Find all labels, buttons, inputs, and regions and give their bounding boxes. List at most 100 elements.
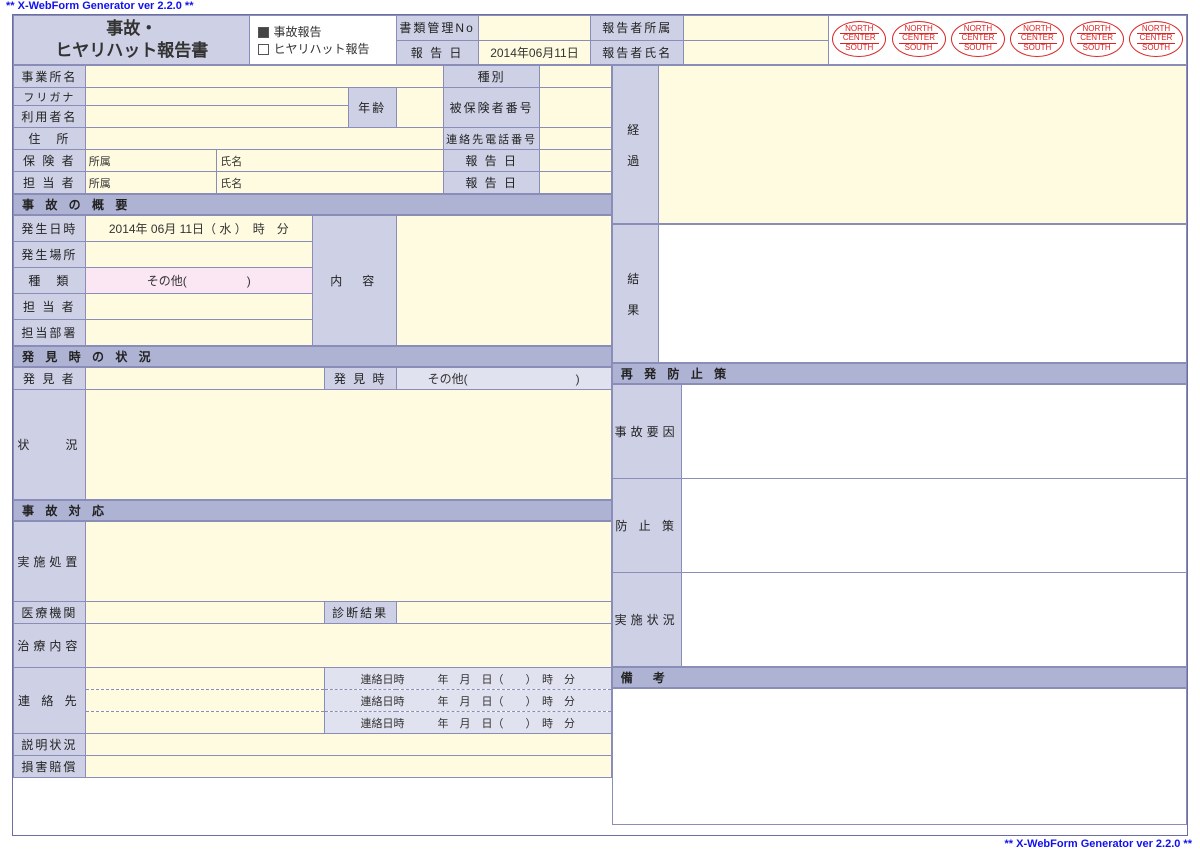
finder-field[interactable] bbox=[85, 368, 324, 390]
user-field[interactable] bbox=[85, 106, 348, 128]
compensation-label: 損害賠償 bbox=[14, 756, 86, 778]
occdt-field[interactable]: 2014年 06月 11日（ 水 ） 時 分 bbox=[85, 216, 312, 242]
remarks-field[interactable] bbox=[612, 689, 1186, 825]
report-type-options: 事故報告 ヒヤリハット報告 bbox=[250, 16, 396, 65]
compensation-field[interactable] bbox=[85, 756, 611, 778]
insurer-aff[interactable]: 所属 bbox=[85, 150, 217, 172]
discovery-table: 発 見 者 発 見 時その他( ) 状 況 bbox=[13, 367, 612, 500]
watermark-bottom: ** X-WebForm Generator ver 2.2.0 ** bbox=[1005, 838, 1192, 850]
medical-label: 医療機関 bbox=[14, 602, 86, 624]
person-field[interactable] bbox=[85, 294, 312, 320]
explain-field[interactable] bbox=[85, 734, 611, 756]
reporter-aff-label: 報告者所属 bbox=[591, 16, 684, 41]
reporter-name-label: 報告者氏名 bbox=[591, 40, 684, 65]
checkbox-nearmiss[interactable] bbox=[258, 44, 269, 55]
progress-field[interactable] bbox=[658, 66, 1186, 224]
situation-label: 状 況 bbox=[14, 390, 86, 500]
furigana-field[interactable] bbox=[85, 88, 348, 106]
kind-label: 種別 bbox=[444, 66, 540, 88]
progress-table: 経過 bbox=[612, 65, 1187, 224]
basic-info-table: 事業所名種別 フリガナ 年齢 被保険者番号 利用者名 住 所連絡先電話番号 保 … bbox=[13, 65, 612, 194]
user-label: 利用者名 bbox=[14, 106, 86, 128]
cause-label: 事故要因 bbox=[612, 385, 681, 479]
contact3-date[interactable]: 連絡日時 年 月 日（ ） 時 分 bbox=[324, 712, 611, 734]
treatment-label: 治療内容 bbox=[14, 624, 86, 668]
impl-field[interactable] bbox=[681, 573, 1186, 667]
contact2-date[interactable]: 連絡日時 年 月 日（ ） 時 分 bbox=[324, 690, 611, 712]
staff-aff[interactable]: 所属 bbox=[85, 172, 217, 194]
watermark-top: ** X-WebForm Generator ver 2.2.0 ** bbox=[6, 0, 193, 12]
contact1-field[interactable] bbox=[85, 668, 324, 690]
docno-label: 書類管理No bbox=[396, 16, 478, 41]
reporter-aff-field[interactable] bbox=[684, 16, 829, 41]
occpl-field[interactable] bbox=[85, 242, 312, 268]
stamps-area: NORTHCENTERSOUTH NORTHCENTERSOUTH NORTHC… bbox=[829, 16, 1187, 65]
insureno-label: 被保険者番号 bbox=[444, 88, 540, 128]
remarks-table bbox=[612, 688, 1187, 825]
content-field[interactable] bbox=[396, 216, 611, 346]
section-prevention: 再 発 防 止 策 bbox=[612, 364, 1186, 384]
stamp-5-icon: NORTHCENTERSOUTH bbox=[1070, 21, 1124, 57]
section-discovery: 発 見 時 の 状 況 bbox=[14, 347, 612, 367]
result-table: 結果 bbox=[612, 224, 1187, 363]
explain-label: 説明状況 bbox=[14, 734, 86, 756]
action-label: 実施処置 bbox=[14, 522, 86, 602]
treatment-field[interactable] bbox=[85, 624, 611, 668]
result-field[interactable] bbox=[658, 225, 1186, 363]
findtime-field[interactable]: その他( ) bbox=[396, 368, 611, 390]
staff-repdate-label: 報 告 日 bbox=[444, 172, 540, 194]
staff-repdate-field[interactable] bbox=[539, 172, 611, 194]
form-page: 事故・ヒヤリハット報告書 事故報告 ヒヤリハット報告 書類管理No 報告者所属 … bbox=[12, 14, 1188, 836]
insureno-field[interactable] bbox=[539, 88, 611, 128]
stamp-2-icon: NORTHCENTERSOUTH bbox=[892, 21, 946, 57]
reporter-name-field[interactable] bbox=[684, 40, 829, 65]
diagnosis-field[interactable] bbox=[396, 602, 611, 624]
age-field[interactable] bbox=[396, 88, 444, 128]
overview-table: 発生日時2014年 06月 11日（ 水 ） 時 分 内 容 発生場所 種 類そ… bbox=[13, 215, 612, 346]
tel-field[interactable] bbox=[539, 128, 611, 150]
insurer-name[interactable]: 氏名 bbox=[217, 150, 444, 172]
result-label: 結果 bbox=[612, 225, 658, 363]
office-field[interactable] bbox=[85, 66, 444, 88]
contact1-date[interactable]: 連絡日時 年 月 日（ ） 時 分 bbox=[324, 668, 611, 690]
addr-label: 住 所 bbox=[14, 128, 86, 150]
kind-field[interactable] bbox=[539, 66, 611, 88]
section-remarks: 備 考 bbox=[612, 668, 1186, 688]
stamp-6-icon: NORTHCENTERSOUTH bbox=[1129, 21, 1183, 57]
situation-field[interactable] bbox=[85, 390, 611, 500]
action-field[interactable] bbox=[85, 522, 611, 602]
report-date-label: 報 告 日 bbox=[396, 40, 478, 65]
contact2-field[interactable] bbox=[85, 690, 324, 712]
impl-label: 実施状況 bbox=[612, 573, 681, 667]
office-label: 事業所名 bbox=[14, 66, 86, 88]
finder-label: 発 見 者 bbox=[14, 368, 86, 390]
stamp-1-icon: NORTHCENTERSOUTH bbox=[832, 21, 886, 57]
stamp-3-icon: NORTHCENTERSOUTH bbox=[951, 21, 1005, 57]
ins-repdate-field[interactable] bbox=[539, 150, 611, 172]
age-label: 年齢 bbox=[348, 88, 396, 128]
ins-repdate-label: 報 告 日 bbox=[444, 150, 540, 172]
staff-name[interactable]: 氏名 bbox=[217, 172, 444, 194]
response-table: 実施処置 医療機関 診断結果 治療内容 連 絡 先 連絡日時 年 月 日（ ） … bbox=[13, 521, 612, 778]
contact3-field[interactable] bbox=[85, 712, 324, 734]
cause-field[interactable] bbox=[681, 385, 1186, 479]
furigana-label: フリガナ bbox=[14, 88, 86, 106]
prevent-label: 防 止 策 bbox=[612, 479, 681, 573]
header-table: 事故・ヒヤリハット報告書 事故報告 ヒヤリハット報告 書類管理No 報告者所属 … bbox=[13, 15, 1187, 65]
docno-field[interactable] bbox=[478, 16, 591, 41]
medical-field[interactable] bbox=[85, 602, 324, 624]
checkbox-accident[interactable] bbox=[258, 27, 269, 38]
report-date-field[interactable]: 2014年06月11日 bbox=[478, 40, 591, 65]
prevent-field[interactable] bbox=[681, 479, 1186, 573]
contact-label: 連 絡 先 bbox=[14, 668, 86, 734]
occpl-label: 発生場所 bbox=[14, 242, 86, 268]
dept-field[interactable] bbox=[85, 320, 312, 346]
type-field[interactable]: その他( ) bbox=[85, 268, 312, 294]
addr-field[interactable] bbox=[85, 128, 444, 150]
dept-label: 担当部署 bbox=[14, 320, 86, 346]
findtime-label: 発 見 時 bbox=[324, 368, 396, 390]
occdt-label: 発生日時 bbox=[14, 216, 86, 242]
form-title: 事故・ヒヤリハット報告書 bbox=[14, 16, 250, 65]
insurer-label: 保 険 者 bbox=[14, 150, 86, 172]
progress-label: 経過 bbox=[612, 66, 658, 224]
